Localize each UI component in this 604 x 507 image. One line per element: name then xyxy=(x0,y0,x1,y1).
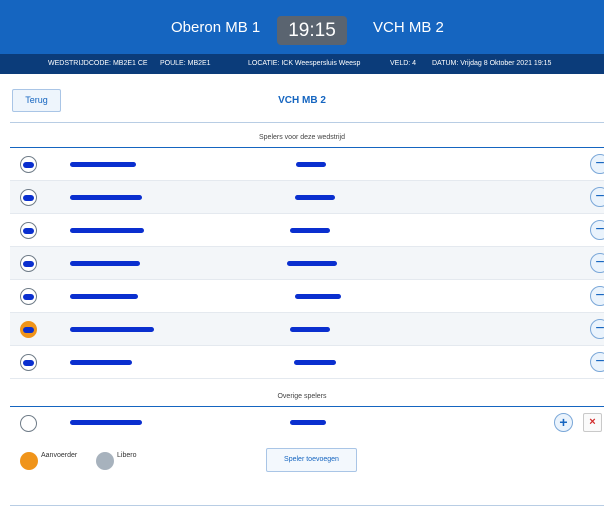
role-radio[interactable] xyxy=(20,288,37,305)
libero-legend-dot xyxy=(96,452,114,470)
role-radio[interactable] xyxy=(20,321,37,338)
player-row: − xyxy=(10,181,604,214)
add-player-button[interactable]: + xyxy=(554,413,573,432)
redacted-player-name xyxy=(70,294,138,299)
remove-player-button[interactable]: − xyxy=(590,319,604,339)
redacted-player-name xyxy=(70,162,136,167)
remove-player-button[interactable]: − xyxy=(590,187,604,207)
home-team-name: Oberon MB 1 xyxy=(171,19,261,36)
redacted-player-number xyxy=(290,327,330,332)
remove-player-button[interactable]: − xyxy=(590,352,604,372)
section-heading-other-players: Overige spelers xyxy=(277,393,327,400)
role-radio[interactable] xyxy=(20,222,37,239)
redacted-player-name xyxy=(70,360,132,365)
redacted-mark xyxy=(23,327,34,333)
player-row: − xyxy=(10,214,604,247)
captain-legend-dot xyxy=(20,452,38,470)
player-row: − xyxy=(10,313,604,346)
other-player-row: + × xyxy=(10,407,604,439)
match-date: DATUM: Vrijdag 8 Oktober 2021 19:15 xyxy=(432,60,552,67)
remove-player-button[interactable]: − xyxy=(590,253,604,273)
divider xyxy=(10,122,604,123)
redacted-player-name xyxy=(70,195,142,200)
away-team-name: VCH MB 2 xyxy=(373,19,444,36)
role-radio[interactable] xyxy=(20,255,37,272)
player-row: − xyxy=(10,280,604,313)
captain-legend-label: Aanvoerder xyxy=(41,452,78,459)
remove-player-button[interactable]: − xyxy=(590,154,604,174)
redacted-player-name xyxy=(70,420,142,425)
redacted-player-number xyxy=(295,294,341,299)
redacted-mark xyxy=(23,294,34,300)
match-clock: 19:15 xyxy=(277,16,347,45)
section-heading-match-players: Spelers voor deze wedstrijd xyxy=(259,134,345,141)
match-code: WEDSTRIJDCODE: MB2E1 CE xyxy=(48,60,148,67)
redacted-mark xyxy=(23,360,34,366)
redacted-player-number xyxy=(295,195,335,200)
redacted-mark xyxy=(23,228,34,234)
role-radio[interactable] xyxy=(20,156,37,173)
page-title: VCH MB 2 xyxy=(278,95,326,106)
player-row: − xyxy=(10,346,604,379)
delete-player-button[interactable]: × xyxy=(583,413,602,432)
redacted-player-name xyxy=(70,261,140,266)
redacted-player-name xyxy=(70,228,144,233)
role-radio[interactable] xyxy=(20,189,37,206)
libero-legend-label: Libero xyxy=(117,452,137,459)
match-location: LOCATIE: ICK Weespersluis Weesp xyxy=(248,60,361,67)
redacted-player-name xyxy=(70,327,154,332)
redacted-player-number xyxy=(287,261,337,266)
player-row: − xyxy=(10,247,604,280)
redacted-player-number xyxy=(290,228,330,233)
match-pool: POULE: MB2E1 xyxy=(160,60,211,67)
redacted-player-number xyxy=(294,360,336,365)
redacted-player-number xyxy=(296,162,326,167)
match-field: VELD: 4 xyxy=(390,60,417,67)
player-row: − xyxy=(10,148,604,181)
redacted-mark xyxy=(23,162,34,168)
remove-player-button[interactable]: − xyxy=(590,286,604,306)
role-radio[interactable] xyxy=(20,415,37,432)
scoreboard-header: Oberon MB 1 19:15 VCH MB 2 xyxy=(0,0,604,54)
redacted-mark xyxy=(23,261,34,267)
match-info-bar: WEDSTRIJDCODE: MB2E1 CE POULE: MB2E1 LOC… xyxy=(0,54,604,74)
add-player-button[interactable]: Speler toevoegen xyxy=(266,448,357,472)
redacted-player-number xyxy=(290,420,326,425)
remove-player-button[interactable]: − xyxy=(590,220,604,240)
redacted-mark xyxy=(23,195,34,201)
divider xyxy=(10,505,604,506)
role-radio[interactable] xyxy=(20,354,37,371)
